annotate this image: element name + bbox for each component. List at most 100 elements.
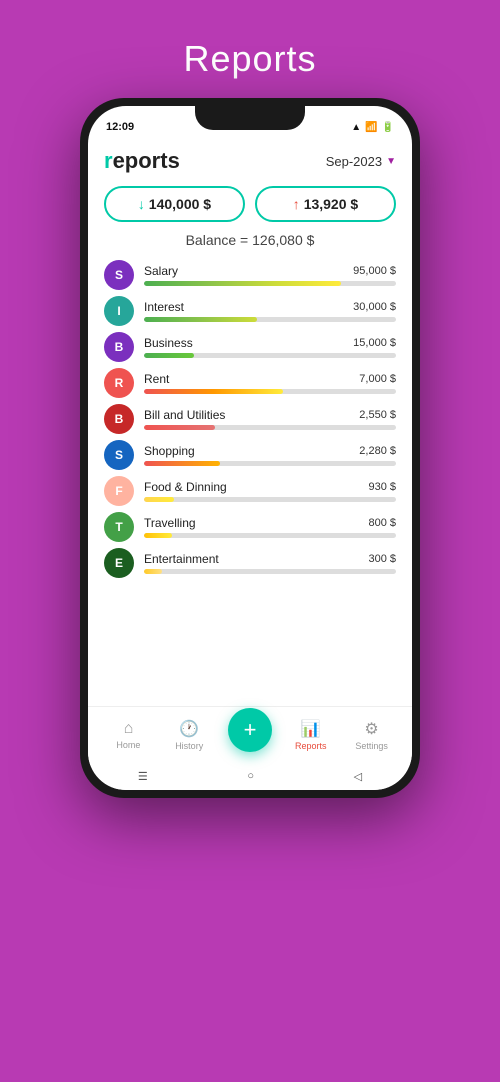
nav-item-reports[interactable]: 📊 Reports (280, 719, 341, 751)
category-name-row: Salary 95,000 $ (144, 264, 396, 278)
category-icon: T (104, 512, 134, 542)
list-item[interactable]: I Interest30,000 $ (104, 296, 396, 326)
list-item[interactable]: F Food & Dinning 930 $ (104, 476, 396, 506)
progress-track (144, 533, 396, 538)
category-name: Interest (144, 300, 184, 314)
progress-fill (144, 533, 172, 538)
category-info: Interest30,000 $ (144, 300, 396, 322)
category-icon: B (104, 404, 134, 434)
nav-item-history[interactable]: 🕐 History (159, 719, 220, 751)
category-name-row: Shopping2,280 $ (144, 444, 396, 458)
category-amount: 800 $ (368, 517, 396, 529)
menu-icon[interactable]: ☰ (138, 770, 148, 783)
income-button[interactable]: ↓ 140,000 $ (104, 186, 245, 222)
category-info: Entertainment 300 $ (144, 552, 396, 574)
category-name-row: Rent7,000 $ (144, 372, 396, 386)
expense-arrow-icon: ↑ (293, 196, 300, 212)
category-icon: F (104, 476, 134, 506)
category-amount: 2,280 $ (359, 445, 396, 457)
progress-fill (144, 461, 220, 466)
month-selector[interactable]: Sep-2023 ▼ (326, 154, 396, 169)
title-r: r (104, 148, 113, 173)
nav-item-home[interactable]: ⌂ Home (98, 720, 159, 750)
wifi-icon: ▲ (351, 122, 361, 133)
app-header: reports Sep-2023 ▼ (104, 148, 396, 174)
list-item[interactable]: B Bill and Utilities2,550 $ (104, 404, 396, 434)
list-item[interactable]: R Rent7,000 $ (104, 368, 396, 398)
category-amount: 15,000 $ (353, 337, 396, 349)
expense-amount: 13,920 $ (304, 196, 359, 212)
category-name-row: Food & Dinning 930 $ (144, 480, 396, 494)
category-icon: B (104, 332, 134, 362)
balance-text: Balance = 126,080 $ (104, 232, 396, 248)
category-name-row: Travelling 800 $ (144, 516, 396, 530)
category-name: Entertainment (144, 552, 219, 566)
category-list: S Salary 95,000 $ I Interest30,000 $ B Busines… (104, 260, 396, 706)
nav-label-reports: Reports (295, 741, 327, 751)
category-info: Rent7,000 $ (144, 372, 396, 394)
settings-icon: ⚙ (364, 719, 378, 739)
phone-screen: 12:09 ▲ 📶 🔋 reports Sep-2023 ▼ (88, 106, 412, 790)
dropdown-arrow-icon: ▼ (386, 156, 396, 167)
category-info: Bill and Utilities2,550 $ (144, 408, 396, 430)
category-info: Travelling 800 $ (144, 516, 396, 538)
title-rest: eports (113, 148, 180, 173)
phone-frame: 12:09 ▲ 📶 🔋 reports Sep-2023 ▼ (80, 98, 420, 798)
progress-track (144, 425, 396, 430)
bottom-nav: ⌂ Home 🕐 History 📊 Reports ⚙ Settings + (88, 706, 412, 762)
category-icon: I (104, 296, 134, 326)
month-label: Sep-2023 (326, 154, 382, 169)
fab-button[interactable]: + (228, 708, 272, 752)
history-icon: 🕐 (179, 719, 199, 739)
category-name-row: Interest30,000 $ (144, 300, 396, 314)
signal-icon: 📶 (365, 122, 377, 133)
category-name: Salary (144, 264, 178, 278)
category-icon: R (104, 368, 134, 398)
phone-notch (195, 106, 305, 130)
category-name-row: Business15,000 $ (144, 336, 396, 350)
category-info: Business15,000 $ (144, 336, 396, 358)
reports-icon: 📊 (301, 719, 321, 739)
list-item[interactable]: S Shopping2,280 $ (104, 440, 396, 470)
progress-track (144, 281, 396, 286)
nav-label-history: History (175, 741, 203, 751)
back-icon[interactable]: ◁ (354, 770, 362, 783)
progress-fill (144, 497, 174, 502)
progress-fill (144, 353, 194, 358)
category-amount: 95,000 $ (353, 265, 396, 277)
balance-buttons-row: ↓ 140,000 $ ↑ 13,920 $ (104, 186, 396, 222)
list-item[interactable]: E Entertainment 300 $ (104, 548, 396, 578)
home-sys-icon[interactable]: ○ (247, 770, 254, 782)
status-time: 12:09 (106, 121, 134, 133)
nav-item-settings[interactable]: ⚙ Settings (341, 719, 402, 751)
category-amount: 930 $ (368, 481, 396, 493)
category-name-row: Bill and Utilities2,550 $ (144, 408, 396, 422)
progress-fill (144, 569, 162, 574)
home-icon: ⌂ (124, 720, 134, 738)
progress-track (144, 353, 396, 358)
category-name: Food & Dinning (144, 480, 227, 494)
list-item[interactable]: T Travelling 800 $ (104, 512, 396, 542)
fab-plus-icon: + (244, 717, 257, 743)
category-name: Rent (144, 372, 169, 386)
category-info: Food & Dinning 930 $ (144, 480, 396, 502)
progress-track (144, 461, 396, 466)
category-info: Shopping2,280 $ (144, 444, 396, 466)
progress-track (144, 317, 396, 322)
category-name: Travelling (144, 516, 196, 530)
progress-fill (144, 389, 283, 394)
category-amount: 2,550 $ (359, 409, 396, 421)
category-info: Salary 95,000 $ (144, 264, 396, 286)
nav-label-home: Home (116, 740, 140, 750)
app-title: reports (104, 148, 180, 174)
category-icon: E (104, 548, 134, 578)
expense-button[interactable]: ↑ 13,920 $ (255, 186, 396, 222)
system-bar: ☰ ○ ◁ (88, 762, 412, 790)
app-content: reports Sep-2023 ▼ ↓ 140,000 $ ↑ 13,920 … (88, 138, 412, 706)
list-item[interactable]: B Business15,000 $ (104, 332, 396, 362)
income-arrow-icon: ↓ (138, 196, 145, 212)
category-icon: S (104, 440, 134, 470)
category-amount: 300 $ (368, 553, 396, 565)
progress-track (144, 389, 396, 394)
list-item[interactable]: SSalary95,000 $ (104, 260, 396, 290)
